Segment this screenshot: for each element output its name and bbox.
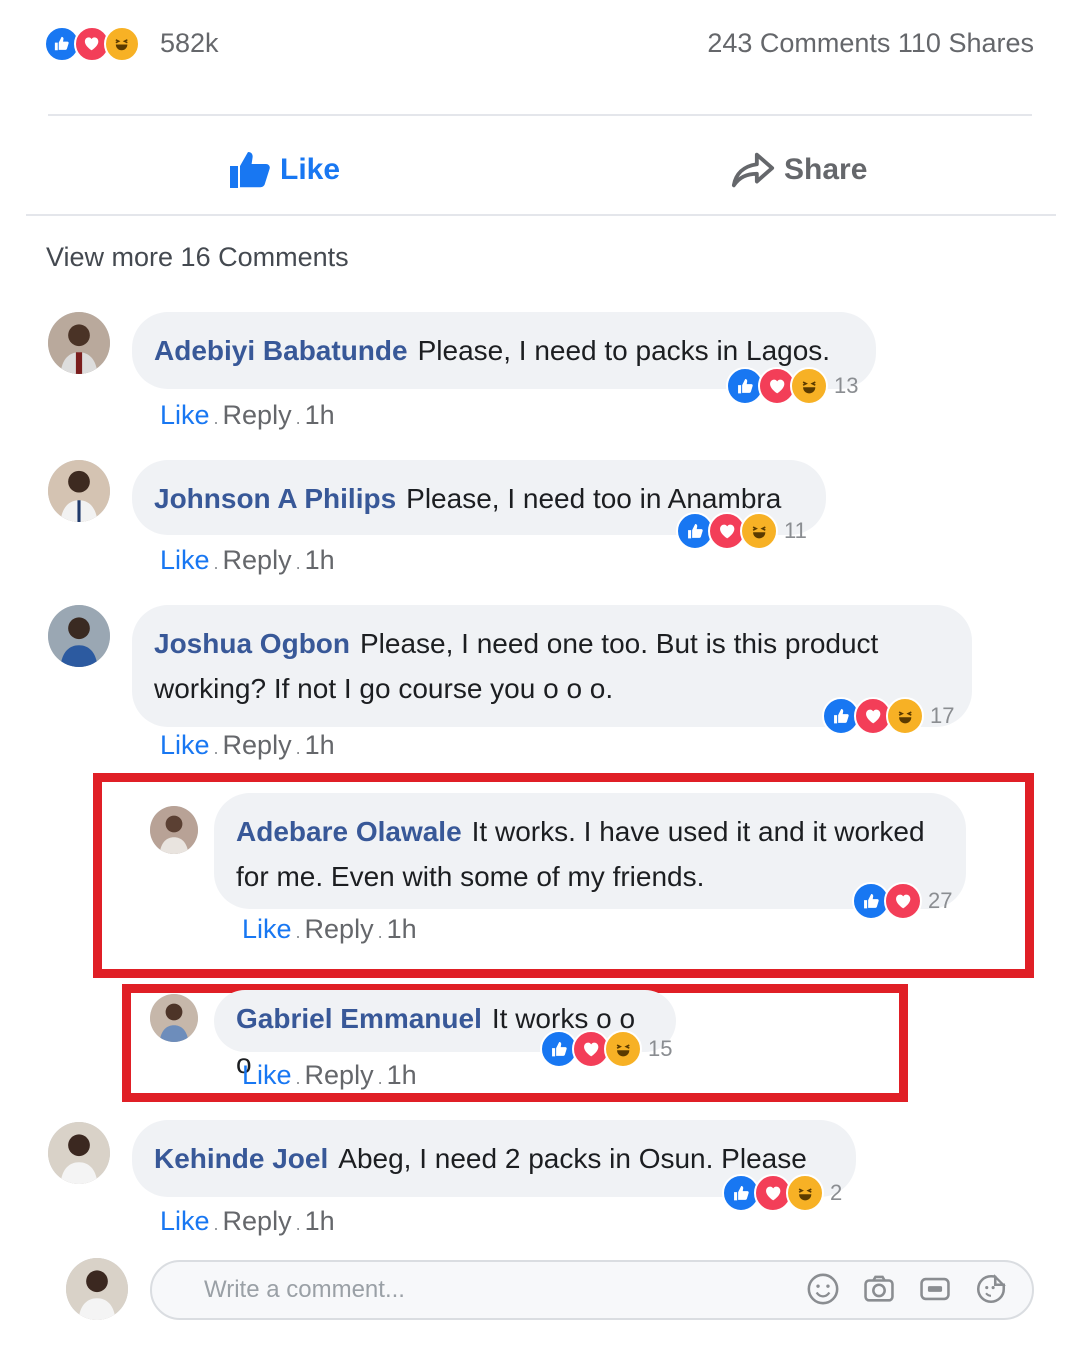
reaction-count: 15 bbox=[648, 1036, 673, 1061]
like-button[interactable]: Like bbox=[228, 150, 340, 190]
comment-reactions[interactable]: 17 bbox=[822, 697, 954, 735]
love-reaction-icon bbox=[884, 882, 922, 920]
haha-reaction-icon bbox=[740, 512, 778, 550]
comment-like-link[interactable]: Like bbox=[242, 1060, 292, 1090]
comment-actions: Like. Reply. 1h bbox=[242, 914, 417, 944]
comment-author[interactable]: Adebiyi Babatunde bbox=[154, 335, 408, 366]
reaction-count[interactable]: 582k bbox=[160, 28, 219, 59]
comment-reply-link[interactable]: Reply bbox=[223, 1206, 292, 1236]
comment-like-link[interactable]: Like bbox=[242, 914, 292, 944]
comment-reply-link[interactable]: Reply bbox=[305, 1060, 374, 1090]
share-arrow-icon bbox=[731, 152, 775, 188]
sticker-icon[interactable] bbox=[974, 1272, 1008, 1306]
comment-time[interactable]: 1h bbox=[305, 400, 335, 430]
comment-like-link[interactable]: Like bbox=[160, 1206, 210, 1236]
share-button[interactable]: Share bbox=[730, 150, 867, 190]
avatar[interactable] bbox=[48, 312, 110, 374]
haha-reaction-icon bbox=[886, 697, 924, 735]
comment-input-placeholder: Write a comment... bbox=[204, 1276, 405, 1303]
comment-reply-link[interactable]: Reply bbox=[223, 730, 292, 760]
thumbs-up-icon bbox=[230, 152, 270, 188]
reaction-count: 17 bbox=[930, 703, 955, 728]
comment-reply-link[interactable]: Reply bbox=[223, 545, 292, 575]
avatar[interactable] bbox=[150, 994, 198, 1042]
comment-actions: Like. Reply. 1h bbox=[160, 545, 335, 575]
reaction-count: 11 bbox=[784, 518, 807, 543]
comment-actions: Like. Reply. 1h bbox=[160, 1206, 335, 1236]
reaction-count: 2 bbox=[830, 1180, 843, 1205]
reaction-summary[interactable] bbox=[44, 22, 140, 66]
comment-text: Abeg, I need 2 packs in Osun. Please bbox=[338, 1143, 807, 1174]
camera-icon[interactable] bbox=[862, 1272, 896, 1306]
comment-reply-link[interactable]: Reply bbox=[305, 914, 374, 944]
comment-time[interactable]: 1h bbox=[387, 914, 417, 944]
reaction-count: 27 bbox=[928, 888, 953, 913]
comment-reply-link[interactable]: Reply bbox=[223, 400, 292, 430]
current-user-avatar[interactable] bbox=[66, 1258, 128, 1320]
haha-reaction-icon bbox=[604, 1030, 642, 1068]
comment-text: Please, I need too in Anambra bbox=[406, 483, 782, 514]
comment-like-link[interactable]: Like bbox=[160, 400, 210, 430]
like-button-label: Like bbox=[280, 153, 341, 186]
comment-like-link[interactable]: Like bbox=[160, 730, 210, 760]
comment-author[interactable]: Kehinde Joel bbox=[154, 1143, 328, 1174]
avatar[interactable] bbox=[48, 460, 110, 522]
actions-divider bbox=[26, 214, 1056, 216]
post-stats-bar: 582k 243 Comments 110 Shares bbox=[44, 22, 1034, 68]
comment-time[interactable]: 1h bbox=[305, 545, 335, 575]
comment-reactions[interactable]: 13 bbox=[726, 367, 858, 405]
avatar[interactable] bbox=[150, 806, 198, 854]
haha-reaction-icon bbox=[786, 1174, 824, 1212]
comment-actions: Like. Reply. 1h bbox=[160, 400, 335, 430]
comment-author[interactable]: Johnson A Philips bbox=[154, 483, 396, 514]
avatar[interactable] bbox=[48, 1122, 110, 1184]
comment-time[interactable]: 1h bbox=[387, 1060, 417, 1090]
comment-time[interactable]: 1h bbox=[305, 1206, 335, 1236]
haha-reaction-icon bbox=[104, 26, 140, 62]
emoji-icon[interactable] bbox=[806, 1272, 840, 1306]
reaction-count: 13 bbox=[834, 373, 859, 398]
share-button-label: Share bbox=[784, 153, 868, 186]
comment-author[interactable]: Gabriel Emmanuel bbox=[236, 1003, 482, 1034]
comment-author[interactable]: Joshua Ogbon bbox=[154, 628, 350, 659]
comment-actions: Like. Reply. 1h bbox=[160, 730, 335, 760]
comment-reactions[interactable]: 2 bbox=[722, 1174, 842, 1212]
comment-reactions[interactable]: 15 bbox=[540, 1030, 672, 1068]
comment-reactions[interactable]: 11 bbox=[676, 512, 807, 550]
comment-reactions[interactable]: 27 bbox=[852, 882, 952, 920]
comment-text: Please, I need to packs in Lagos. bbox=[417, 335, 831, 366]
view-more-comments-link[interactable]: View more 16 Comments bbox=[46, 242, 349, 273]
haha-reaction-icon bbox=[790, 367, 828, 405]
comment-actions: Like. Reply. 1h bbox=[242, 1060, 417, 1090]
avatar[interactable] bbox=[48, 605, 110, 667]
stats-divider bbox=[48, 114, 1032, 116]
gif-icon[interactable] bbox=[918, 1272, 952, 1306]
comment-time[interactable]: 1h bbox=[305, 730, 335, 760]
comment-input[interactable]: Write a comment... bbox=[150, 1260, 1034, 1320]
comment-author[interactable]: Adebare Olawale bbox=[236, 816, 462, 847]
comment-like-link[interactable]: Like bbox=[160, 545, 210, 575]
comments-shares-count[interactable]: 243 Comments 110 Shares bbox=[707, 28, 1034, 59]
